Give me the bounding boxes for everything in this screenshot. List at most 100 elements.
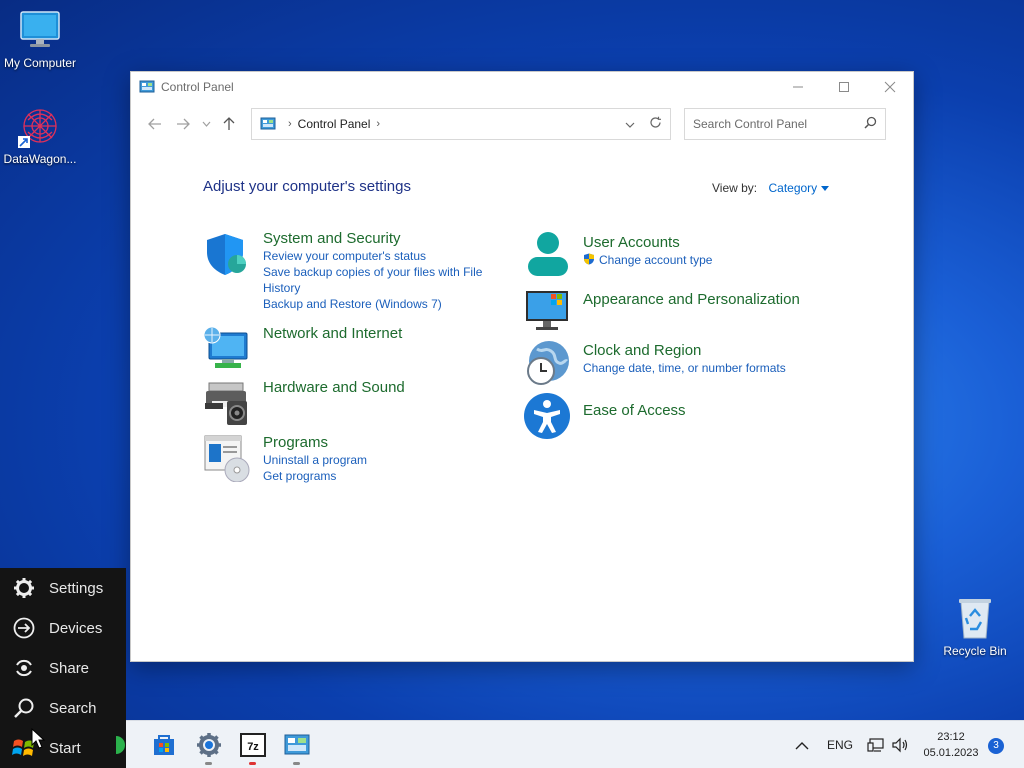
share-icon [12,656,36,680]
category-title[interactable]: Appearance and Personalization [583,291,800,309]
search-icon[interactable] [864,116,877,132]
forward-button[interactable] [169,110,197,138]
clock-date: 05.01.2023 [923,747,979,759]
link-review-status[interactable]: Review your computer's status [263,248,482,264]
clock-time: 23:12 [937,731,965,743]
breadcrumb-control-panel[interactable]: Control Panel [298,117,371,131]
search-box[interactable] [684,108,886,140]
caret-down-icon[interactable] [821,186,830,192]
menu-item-start[interactable]: Start [0,728,126,768]
view-by-dropdown[interactable]: Category [768,181,830,195]
desktop-icon-my-computer[interactable]: My Computer [0,8,80,70]
desktop-icon-recycle-bin[interactable]: Recycle Bin [935,596,1015,658]
menu-item-settings[interactable]: Settings [0,568,126,608]
monitor-palette-icon[interactable] [523,287,571,335]
window-title: Control Panel [161,80,234,94]
up-button[interactable] [215,110,243,138]
category-title[interactable]: System and Security [263,230,482,248]
link-backup-restore[interactable]: Backup and Restore (Windows 7) [263,296,482,312]
control-panel-taskbar-icon[interactable] [281,729,313,765]
desktop-icon-label: DataWagon... [3,152,77,166]
volume-icon[interactable] [891,721,909,768]
running-indicator [205,762,212,765]
mouse-cursor-icon [31,727,46,755]
breadcrumb-separator-icon[interactable]: › [288,118,292,130]
menu-item-label: Devices [49,619,103,637]
menu-item-label: Settings [49,579,104,597]
category-title[interactable]: Clock and Region [583,342,786,360]
running-indicator [249,762,256,765]
monitor-icon [18,8,62,52]
uac-shield-icon [584,253,594,265]
user-icon[interactable] [523,230,571,278]
menu-item-search[interactable]: Search [0,688,126,728]
running-indicator [293,762,300,765]
title-bar[interactable]: Control Panel [131,72,913,102]
printer-speaker-icon[interactable] [203,379,251,427]
desktop-icon-datawagon[interactable]: DataWagon... [0,104,80,166]
store-icon[interactable] [148,729,180,761]
taskbar-app-partial-icon[interactable] [116,729,128,761]
search-input[interactable] [693,117,864,131]
show-hidden-icons-button[interactable] [795,721,809,768]
globe-clock-icon[interactable] [523,339,571,387]
gear-icon [12,576,36,600]
link-file-history[interactable]: Save backup copies of your files with Fi… [263,264,482,296]
start-side-menu: Settings Devices Share Search Start [0,568,126,768]
view-by-value[interactable]: Category [768,181,817,195]
link-change-account-type[interactable]: Change account type [583,252,712,268]
chevron-up-icon [795,741,809,749]
menu-item-share[interactable]: Share [0,648,126,688]
category-clock-region: Clock and Region Change date, time, or n… [523,339,786,387]
recycle-bin-icon [953,596,997,640]
menu-item-label: Search [49,699,97,717]
menu-item-label: Start [49,739,81,757]
content-area: Adjust your computer's settings View by:… [131,146,913,661]
maximize-button[interactable] [821,72,867,102]
datawagon-app-icon [18,104,62,148]
breadcrumb-chevron-icon[interactable]: › [376,118,380,130]
taskbar-clock[interactable]: 23:12 05.01.2023 [916,729,986,761]
address-bar[interactable]: › Control Panel › [251,108,671,140]
minimize-button[interactable] [775,72,821,102]
link-file-history-line2[interactable]: History [263,281,300,295]
link-file-history-line1[interactable]: Save backup copies of your files with Fi… [263,265,482,279]
shield-icon[interactable] [203,230,251,278]
category-ease-of-access: Ease of Access [523,392,686,440]
language-indicator[interactable]: ENG [827,721,853,768]
accessibility-icon[interactable] [523,392,571,440]
category-network-internet: Network and Internet [203,325,402,373]
notification-badge[interactable]: 3 [988,738,1004,754]
desktop-icon-label: My Computer [3,56,77,70]
network-icon[interactable] [203,325,251,373]
programs-icon[interactable] [203,434,251,483]
category-title[interactable]: User Accounts [583,234,712,252]
category-title[interactable]: Hardware and Sound [263,379,405,397]
desktop-icon-label: Recycle Bin [943,644,1007,658]
link-change-date-time-formats[interactable]: Change date, time, or number formats [583,360,786,376]
menu-item-devices[interactable]: Devices [0,608,126,648]
control-panel-icon [260,117,276,131]
link-get-programs[interactable]: Get programs [263,468,367,484]
category-appearance-personalization: Appearance and Personalization [523,287,800,335]
address-history-dropdown-icon[interactable] [625,117,635,131]
category-title[interactable]: Ease of Access [583,402,686,420]
category-title[interactable]: Network and Internet [263,325,402,343]
view-by: View by: Category [712,181,830,195]
link-change-account-type-text[interactable]: Change account type [599,253,712,267]
close-button[interactable] [867,72,913,102]
control-panel-icon [139,79,155,95]
category-title[interactable]: Programs [263,434,367,452]
category-hardware-sound: Hardware and Sound [203,379,405,427]
page-heading: Adjust your computer's settings [203,178,411,195]
7zip-icon[interactable]: 7z [237,729,269,765]
svg-text:7z: 7z [247,741,259,753]
menu-item-label: Share [49,659,90,677]
settings-gear-app-icon[interactable] [193,729,225,765]
back-button[interactable] [141,110,169,138]
category-system-security: System and Security Review your computer… [203,230,482,312]
refresh-icon[interactable] [649,116,662,132]
link-uninstall-program[interactable]: Uninstall a program [263,452,367,468]
recent-locations-button[interactable] [197,110,215,138]
network-tray-icon[interactable] [867,721,885,768]
